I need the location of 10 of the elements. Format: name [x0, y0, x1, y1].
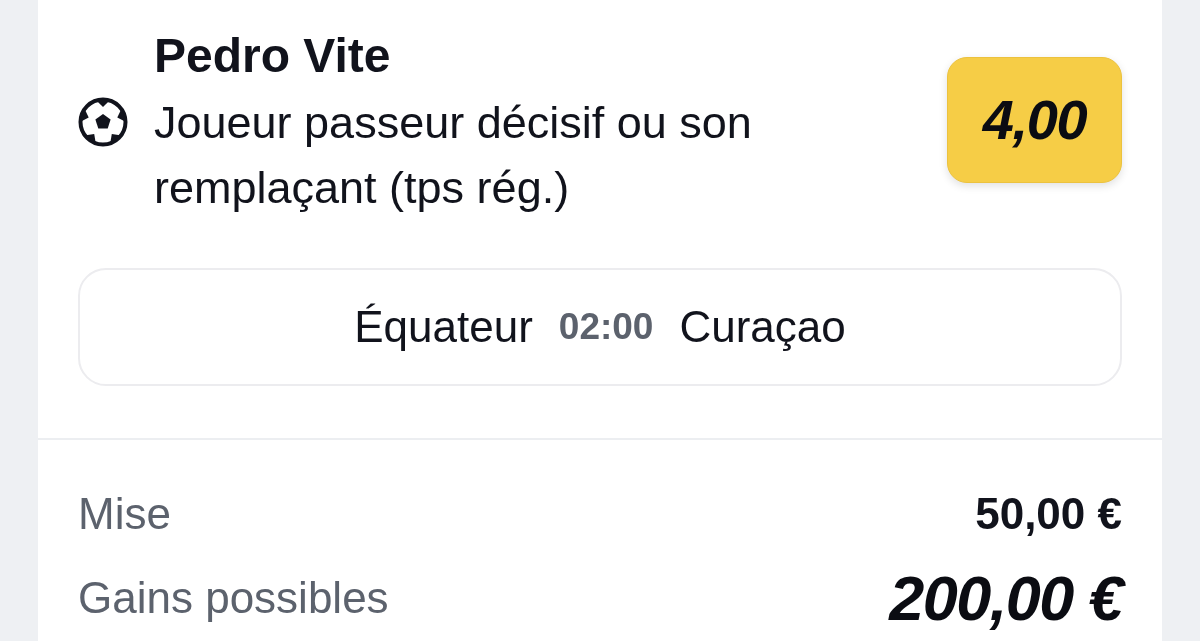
stake-amount: 50,00 €: [975, 488, 1122, 541]
player-name: Pedro Vite: [153, 30, 392, 82]
team-name: Curaçao: [679, 301, 846, 353]
match-time: 02:00: [558, 305, 654, 350]
soccer-ball-icon: [78, 97, 128, 147]
team-name: Équateur: [354, 301, 533, 353]
payout-label: Gains possibles: [78, 571, 389, 624]
stake-label: Mise: [78, 488, 171, 541]
odds-button[interactable]: 4,00: [947, 57, 1122, 183]
market-description: Joueur passeur décisif ou son remplaçant (tps rég.): [154, 96, 753, 215]
